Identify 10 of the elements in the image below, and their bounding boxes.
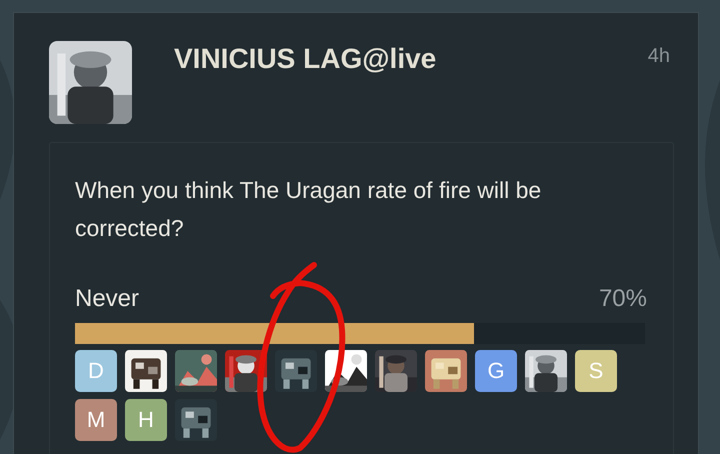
voter-avatar[interactable]: M bbox=[75, 399, 117, 441]
voter-avatar[interactable]: H bbox=[125, 399, 167, 441]
author-name[interactable]: VINICIUS LAG@live bbox=[174, 43, 436, 75]
option-label: Never bbox=[75, 285, 140, 313]
voter-avatar[interactable]: G bbox=[475, 350, 517, 392]
voter-avatar[interactable]: D bbox=[75, 350, 117, 392]
option-percent: 70% bbox=[598, 285, 647, 313]
post-time: 4h bbox=[648, 45, 670, 68]
voter-avatar[interactable]: S bbox=[575, 350, 617, 392]
poll-question: When you think The Uragan rate of fire will be corrected? bbox=[75, 176, 542, 243]
